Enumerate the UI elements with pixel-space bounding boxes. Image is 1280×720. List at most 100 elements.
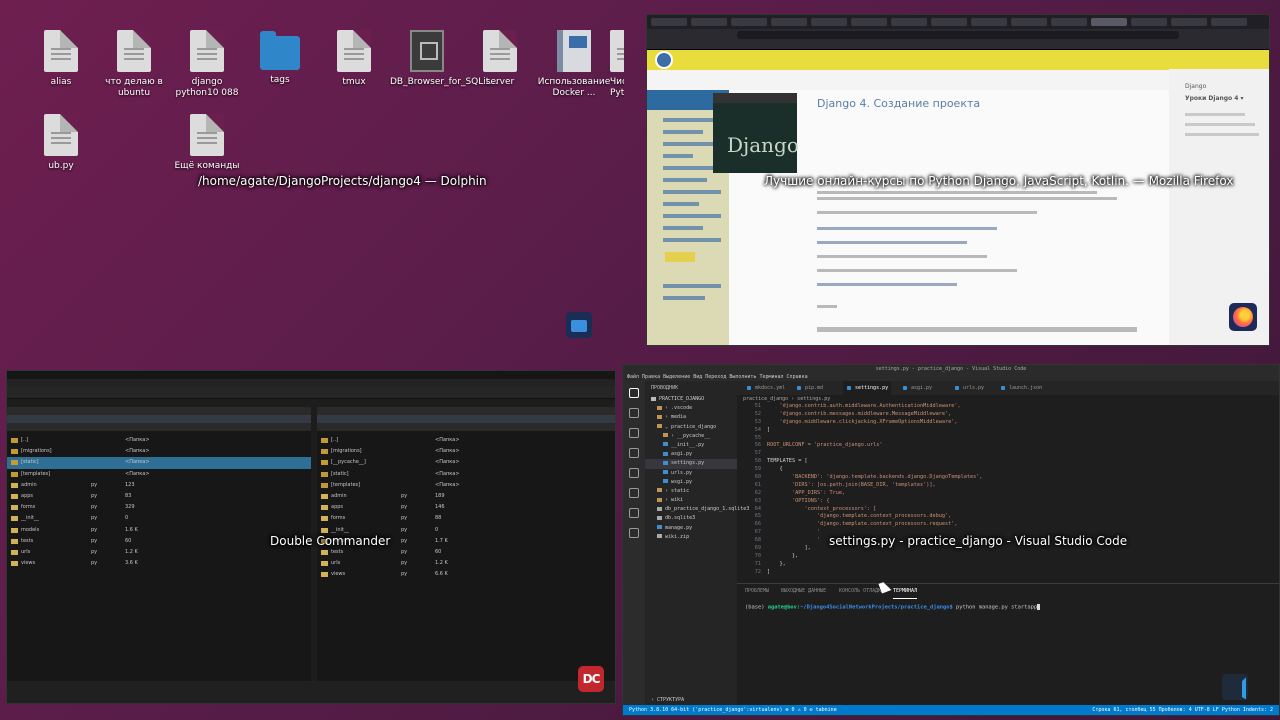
explorer-item[interactable]: › media [645, 413, 737, 422]
code-line[interactable]: 53 'django.middleware.clickjacking.XFram… [737, 419, 1279, 427]
explorer-item[interactable]: manage.py [645, 524, 737, 533]
file-list-row[interactable]: admin py 123 [7, 480, 311, 491]
code-line[interactable]: 59 { [737, 466, 1279, 474]
code-line[interactable]: 54] [737, 427, 1279, 435]
code-line[interactable]: 71 }, [737, 561, 1279, 569]
desktop-item[interactable]: Чис Pyth [610, 30, 624, 99]
double-commander-window-caption[interactable]: Double Commander [270, 534, 390, 548]
explorer-item[interactable]: db.sqlite3 [645, 514, 737, 523]
file-list-row[interactable]: admin py 189 [317, 491, 615, 502]
panel-tab[interactable]: ТЕРМИНАЛ [893, 584, 918, 599]
file-list-row[interactable]: [templates] <Папка> [7, 469, 311, 480]
desktop-item[interactable]: django python10 088 [170, 30, 244, 99]
file-list-row[interactable]: urls py 1.2 K [317, 558, 615, 569]
file-name: [migrations] [21, 448, 52, 455]
file-list-row[interactable]: apps py 146 [317, 502, 615, 513]
editor-tab[interactable]: urls.py [951, 381, 999, 395]
desktop-item[interactable]: Использование Docker ... [537, 30, 611, 99]
file-list-row[interactable]: [..] <Папка> [7, 435, 311, 446]
desktop-item[interactable]: tmux [317, 30, 391, 88]
code-line[interactable]: 57 [737, 450, 1279, 458]
file-list-row[interactable]: apps py 83 [7, 491, 311, 502]
explorer-item[interactable]: asgi.py [645, 450, 737, 459]
editor-tab[interactable]: mkdocs.yml [743, 381, 791, 395]
code-line[interactable]: 60 'BACKEND': 'django.template.backends.… [737, 474, 1279, 482]
vscode-window-caption[interactable]: settings.py - practice_django - Visual S… [829, 534, 1127, 548]
file-icon [321, 572, 328, 578]
explorer-item[interactable]: PRACTICE_DJANGO [645, 395, 737, 404]
editor-tab[interactable]: asgi.py [899, 381, 947, 395]
dolphin-window-caption[interactable]: /home/agate/DjangoProjects/django4 — Dol… [198, 174, 487, 188]
line-number: 69 [754, 545, 761, 552]
panel-tab[interactable]: ПРОБЛЕМЫ [745, 584, 769, 598]
desktop-item[interactable]: ub.py [24, 114, 98, 172]
explorer-item[interactable]: › __pycache__ [645, 432, 737, 441]
editor-tab[interactable]: launch.json [997, 381, 1051, 395]
desktop-item[interactable]: tags [243, 30, 317, 86]
desktop-item[interactable]: что делаю в ubuntu [97, 30, 171, 99]
file-list-row[interactable]: [migrations] <Папка> [317, 446, 615, 457]
explorer-item[interactable]: wiki.zip [645, 533, 737, 542]
file-list-row[interactable]: [__pycache__] <Папка> [317, 457, 615, 468]
code-line[interactable]: 64 'context_processors': [ [737, 506, 1279, 514]
terminal-command: python manage.py startapp [952, 604, 1038, 611]
code-line[interactable]: 52 'django.contrib.messages.middleware.M… [737, 411, 1279, 419]
django-course-image: Django [713, 93, 799, 173]
explorer-item[interactable]: ⌄ practice_django [645, 423, 737, 432]
firefox-window-caption[interactable]: Лучшие онлайн-курсы по Python Django, Ja… [764, 174, 1233, 188]
code-line[interactable]: 63 'OPTIONS': { [737, 498, 1279, 506]
dolphin-folder-icon[interactable] [566, 312, 592, 338]
file-list-row[interactable]: [migrations] <Папка> [7, 446, 311, 457]
explorer-item[interactable]: › wiki [645, 496, 737, 505]
file-list-row[interactable]: tests py 60 [317, 547, 615, 558]
explorer-item[interactable]: › .vscode [645, 404, 737, 413]
file-list-row[interactable]: [..] <Папка> [317, 435, 615, 446]
file-name: urls [331, 560, 341, 567]
editor-tab[interactable]: pip.md [793, 381, 841, 395]
code-line[interactable]: 61 'DIRS': [os.path.join(BASE_DIR, 'temp… [737, 482, 1279, 490]
desktop-item[interactable]: DB_Browser_for_SQLit... [390, 30, 498, 88]
panel-tab[interactable]: ВЫХОДНЫЕ ДАННЫЕ [781, 584, 826, 598]
code-line[interactable]: 58 TEMPLATES = [ [737, 458, 1279, 466]
desktop-item[interactable]: Ещё команды [170, 114, 244, 172]
editor-tab[interactable]: settings.py [843, 381, 891, 395]
code-line[interactable]: 55 [737, 435, 1279, 443]
file-name: urls [21, 548, 31, 555]
file-list-row[interactable]: urls py 1.2 K [7, 547, 311, 558]
line-number: 54 [754, 426, 761, 433]
file-icon [11, 561, 18, 567]
file-list-row[interactable]: __init__ py 0 [7, 513, 311, 524]
explorer-item[interactable]: urls.py [645, 469, 737, 478]
desktop-item-label: django python10 088 [175, 77, 239, 98]
file-ext: py [91, 504, 98, 511]
code-line[interactable]: 51 'django.contrib.auth.middleware.Authe… [737, 403, 1279, 411]
file-list-row[interactable]: [static] <Папка> [317, 469, 615, 480]
desktop-item[interactable]: server [463, 30, 537, 88]
dc-title-bar [7, 371, 615, 379]
desktop-item[interactable]: alias [24, 30, 98, 88]
file-list-row[interactable]: tests py 60 [7, 536, 311, 547]
file-list-row[interactable]: [static] <Папка> [7, 457, 311, 469]
code-line[interactable]: 72] [737, 569, 1279, 577]
file-list-row[interactable]: forms py 88 [317, 513, 615, 524]
code-line[interactable]: 65 'django.template.context_processors.d… [737, 513, 1279, 521]
desktop-item-label: Ещё команды [174, 161, 240, 171]
code-line[interactable]: 70 }, [737, 553, 1279, 561]
file-type-icon [663, 433, 668, 438]
file-list-row[interactable]: views py 3.6 K [7, 558, 311, 569]
file-type-icon [657, 424, 662, 429]
explorer-item[interactable]: › static [645, 487, 737, 496]
code-line[interactable]: 56 ROOT_URLCONF = 'practice_django.urls' [737, 442, 1279, 450]
file-list-row[interactable]: forms py 329 [7, 502, 311, 513]
panel-tab[interactable]: КОНСОЛЬ ОТЛАДКИ [839, 584, 884, 598]
explorer-item[interactable]: wsgi.py [645, 478, 737, 487]
explorer-item[interactable]: db_practice_django_1.sqlite3 [645, 505, 749, 514]
file-list-row[interactable]: [templates] <Папка> [317, 480, 615, 491]
explorer-item[interactable]: __init__.py [645, 441, 737, 450]
file-list-row[interactable]: models py 1.6 K [7, 525, 311, 536]
code-line[interactable]: 66 'django.template.context_processors.r… [737, 521, 1279, 529]
file-ext: py [401, 548, 408, 555]
file-list-row[interactable]: views py 6.6 K [317, 569, 615, 580]
code-line[interactable]: 62 'APP_DIRS': True, [737, 490, 1279, 498]
explorer-item[interactable]: settings.py [645, 459, 737, 469]
